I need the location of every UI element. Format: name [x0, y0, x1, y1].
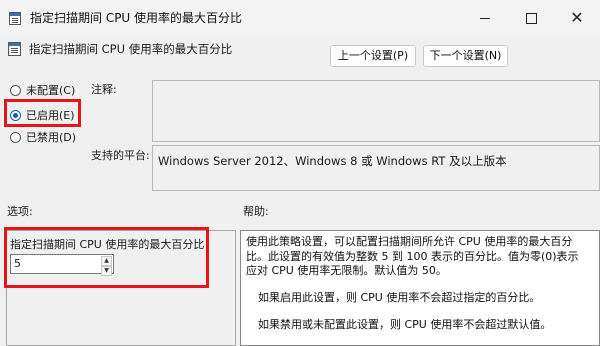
- radio-label: 已禁用(D): [26, 131, 77, 144]
- policy-icon: [9, 12, 21, 25]
- window-title: 指定扫描期间 CPU 使用率的最大百分比: [30, 11, 243, 25]
- close-button[interactable]: ✕: [554, 0, 600, 36]
- comment-label: 注释:: [91, 83, 117, 96]
- setting-title: 指定扫描期间 CPU 使用率的最大百分比: [29, 42, 233, 56]
- platform-value: Windows Server 2012、Windows 8 或 Windows …: [158, 154, 507, 168]
- minimize-icon: [480, 17, 490, 19]
- close-icon: ✕: [570, 8, 584, 27]
- radio-label: 未配置(C): [26, 84, 76, 97]
- help-paragraph: 如果禁用或未配置此设置，则 CPU 使用率不会超过默认值。: [258, 318, 552, 331]
- radio-disabled[interactable]: 已禁用(D): [10, 129, 76, 145]
- next-setting-button[interactable]: 下一个设置(N): [423, 45, 508, 67]
- highlight-box-options: [4, 227, 209, 288]
- help-panel: 使用此策略设置，可以配置扫描期间所允许 CPU 使用率的最大百分比。此设置的有效…: [240, 230, 600, 346]
- radio-not-configured[interactable]: 未配置(C): [10, 82, 75, 98]
- setting-icon: [8, 42, 21, 56]
- help-paragraph: 使用此策略设置，可以配置扫描期间所允许 CPU 使用率的最大百分比。此设置的有效…: [246, 235, 579, 278]
- help-paragraph: 如果启用此设置，则 CPU 使用率不会超过指定的百分比。: [258, 291, 541, 304]
- radio-circle[interactable]: [10, 84, 21, 96]
- comment-textarea[interactable]: [152, 80, 600, 142]
- options-label: 选项:: [7, 205, 33, 218]
- platform-box: Windows Server 2012、Windows 8 或 Windows …: [152, 145, 600, 191]
- radio-circle[interactable]: [10, 131, 21, 143]
- maximize-button[interactable]: [508, 0, 554, 36]
- highlight-box-enabled: [4, 99, 81, 127]
- platform-label: 支持的平台:: [91, 149, 150, 162]
- minimize-button[interactable]: [462, 0, 508, 36]
- maximize-icon: [525, 12, 537, 24]
- previous-setting-button[interactable]: 上一个设置(P): [330, 45, 416, 67]
- help-label: 帮助:: [243, 205, 269, 218]
